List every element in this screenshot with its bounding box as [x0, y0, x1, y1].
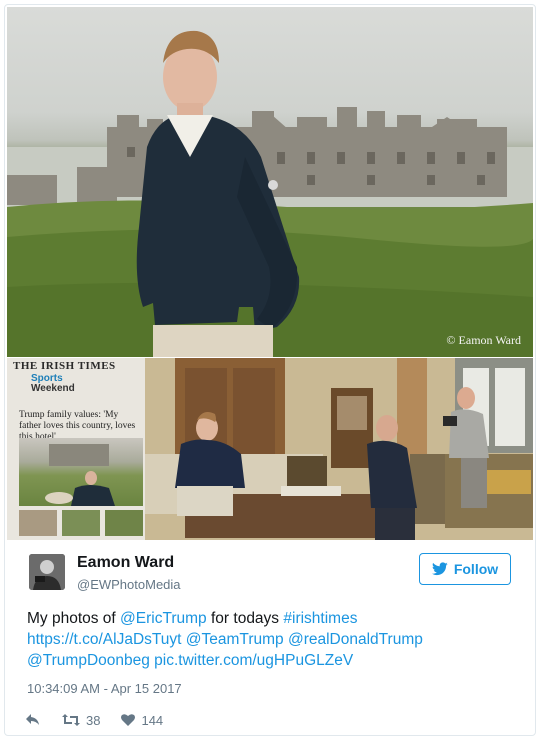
like-button[interactable]: 144	[120, 713, 163, 728]
like-count: 144	[141, 712, 164, 728]
hashtag-link[interactable]: #irishtimes	[283, 610, 357, 627]
follow-label: Follow	[453, 561, 499, 577]
embedded-tweet-card: © Eamon Ward THE IRISH TIMES Sports Week…	[4, 4, 536, 736]
retweet-icon	[62, 714, 80, 726]
man-in-sweater	[136, 30, 300, 357]
avatar[interactable]	[29, 554, 65, 590]
mention-donald-link[interactable]: @realDonaldTrump	[288, 631, 423, 648]
retweet-count: 38	[86, 712, 101, 728]
newspaper-masthead: THE IRISH TIMES	[13, 360, 116, 372]
text-mid: for todays	[206, 610, 284, 627]
mention-team-link[interactable]: @TeamTrump	[186, 631, 284, 648]
tweet-media[interactable]: © Eamon Ward THE IRISH TIMES Sports Week…	[7, 7, 533, 540]
section-line-2: Weekend	[31, 383, 75, 394]
newspaper-clipping: THE IRISH TIMES Sports Weekend Trump fam…	[7, 358, 145, 540]
tweet-body: Eamon Ward @EWPhotoMedia Follow My photo…	[5, 540, 535, 735]
tco-link[interactable]: https://t.co/AlJaDsTuyt	[27, 631, 181, 648]
retweet-button[interactable]: 38	[61, 713, 100, 728]
reply-icon	[26, 714, 39, 725]
author-name[interactable]: Eamon Ward	[77, 554, 174, 572]
newspaper-thumbnails	[19, 510, 143, 536]
tweet-actions: 38 144	[25, 710, 183, 730]
mention-doonbeg-link[interactable]: @TrumpDoonbeg	[27, 652, 150, 669]
tweet-text: My photos of @EricTrump for todays #iris…	[27, 608, 517, 671]
tweet-timestamp[interactable]: 10:34:09 AM - Apr 15 2017	[27, 681, 182, 696]
interview-photo[interactable]: THE IRISH TIMES Sports Weekend Trump fam…	[7, 358, 533, 540]
newspaper-section: Sports Weekend	[31, 374, 75, 394]
portrait-photo[interactable]: © Eamon Ward	[7, 7, 533, 357]
hotel-room-interview	[145, 358, 533, 540]
photo-credit: © Eamon Ward	[446, 333, 521, 347]
text-prefix: My photos of	[27, 610, 121, 627]
newspaper-photo	[19, 438, 143, 506]
heart-icon	[121, 714, 136, 726]
reply-button[interactable]	[25, 713, 41, 727]
follow-button[interactable]: Follow	[419, 553, 511, 585]
twitter-bird-icon	[431, 562, 448, 576]
mention-eric-link[interactable]: @EricTrump	[120, 610, 207, 627]
author-handle[interactable]: @EWPhotoMedia	[77, 577, 181, 592]
pic-link[interactable]: pic.twitter.com/ugHPuGLZeV	[154, 652, 353, 669]
